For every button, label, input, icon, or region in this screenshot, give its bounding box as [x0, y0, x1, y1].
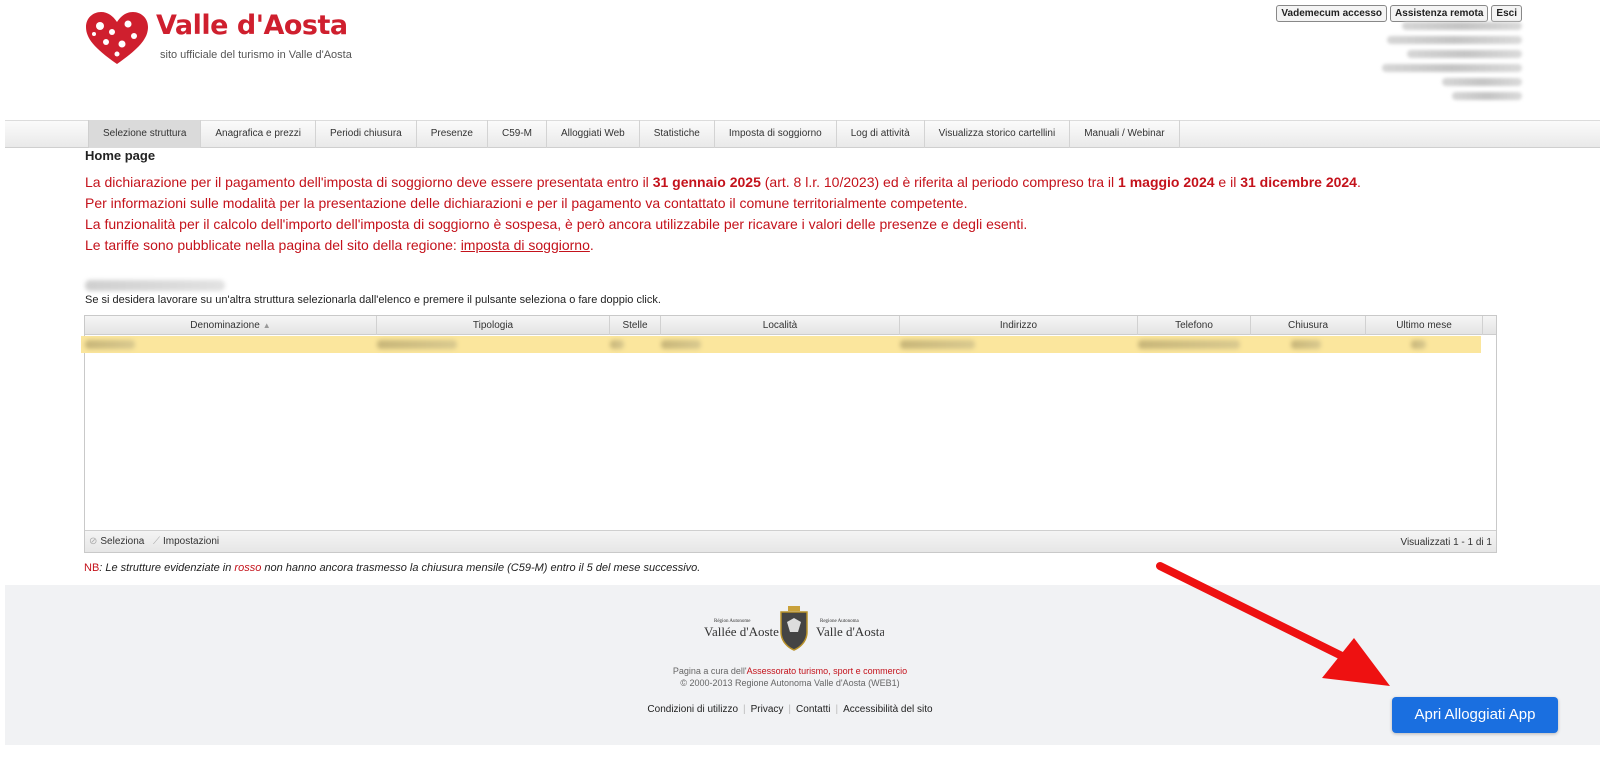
- col-stelle[interactable]: Stelle: [610, 316, 661, 335]
- tab-presenze[interactable]: Presenze: [417, 120, 488, 148]
- assessorato-link[interactable]: Assessorato turismo, sport e commercio: [747, 666, 908, 676]
- select-icon: ⊘: [89, 536, 98, 547]
- region-crest-icon: [780, 606, 808, 651]
- tab-anagrafica-prezzi[interactable]: Anagrafica e prezzi: [201, 120, 316, 148]
- structures-grid: Denominazione ▲ Tipologia Stelle Località…: [81, 315, 1497, 553]
- sort-icon: ▲: [262, 321, 271, 330]
- tab-manuali-webinar[interactable]: Manuali / Webinar: [1070, 120, 1180, 148]
- vademecum-button[interactable]: Vademecum accesso: [1276, 5, 1388, 22]
- select-button[interactable]: ⊘ Seleziona: [89, 536, 144, 547]
- notice-line-1: La dichiarazione per il pagamento dell'i…: [85, 174, 1361, 190]
- open-alloggiati-app-button[interactable]: Apri Alloggiati App: [1392, 697, 1558, 733]
- col-chiusura[interactable]: Chiusura: [1251, 316, 1366, 335]
- svg-text:Valle d'Aosta: Valle d'Aosta: [816, 624, 884, 639]
- tab-periodi-chiusura[interactable]: Periodi chiusura: [316, 120, 417, 148]
- svg-text:Vallée d'Aoste: Vallée d'Aoste: [704, 624, 779, 639]
- table-row[interactable]: [81, 336, 1481, 353]
- tab-storico-cartellini[interactable]: Visualizza storico cartellini: [925, 120, 1071, 148]
- settings-button[interactable]: ⟋ Impostazioni: [153, 536, 219, 547]
- footer-links: Condizioni di utilizzo | Privacy | Contatti |…: [647, 704, 933, 715]
- terms-link[interactable]: Condizioni di utilizzo: [647, 704, 738, 715]
- contacts-link[interactable]: Contatti: [796, 704, 830, 715]
- col-denominazione[interactable]: Denominazione ▲: [85, 316, 377, 335]
- col-tipologia[interactable]: Tipologia: [377, 316, 610, 335]
- notice-line-2: Per informazioni sulle modalità per la p…: [85, 195, 968, 211]
- brand-subtitle: sito ufficiale del turismo in Valle d'Ao…: [160, 49, 352, 61]
- main-menu: Selezione struttura Anagrafica e prezzi …: [88, 120, 1180, 148]
- col-ultimo-mese[interactable]: Ultimo mese: [1366, 316, 1483, 335]
- tab-c59m[interactable]: C59-M: [488, 120, 547, 148]
- accessibility-link[interactable]: Accessibilità del sito: [843, 704, 932, 715]
- heart-logo-icon: [86, 12, 148, 64]
- top-buttons: Vademecum accesso Assistenza remota Esci: [1276, 5, 1522, 22]
- tab-statistiche[interactable]: Statistiche: [640, 120, 715, 148]
- tab-log-attivita[interactable]: Log di attività: [837, 120, 925, 148]
- col-localita[interactable]: Località: [661, 316, 900, 335]
- col-telefono[interactable]: Telefono: [1138, 316, 1251, 335]
- tab-selezione-struttura[interactable]: Selezione struttura: [88, 120, 202, 148]
- tax-notice: La dichiarazione per il pagamento dell'i…: [85, 172, 1361, 256]
- nb-note: NB: Le strutture evidenziate in rosso no…: [84, 562, 701, 574]
- grid-header: Denominazione ▲ Tipologia Stelle Località…: [85, 316, 1496, 335]
- grid-footer: ⊘ Seleziona ⟋ Impostazioni Visualizzati …: [85, 530, 1496, 552]
- tab-imposta-soggiorno[interactable]: Imposta di soggiorno: [715, 120, 837, 148]
- current-structure-redacted: [85, 280, 225, 291]
- notice-line-4: Le tariffe sono pubblicate nella pagina …: [85, 237, 594, 253]
- imposta-soggiorno-link[interactable]: imposta di soggiorno: [461, 237, 590, 253]
- privacy-link[interactable]: Privacy: [751, 704, 784, 715]
- wrench-icon: ⟋: [153, 536, 160, 547]
- user-info-redacted: [1372, 22, 1522, 106]
- notice-line-3: La funzionalità per il calcolo dell'impo…: [85, 216, 1028, 232]
- instruction-text: Se si desidera lavorare su un'altra stru…: [85, 294, 661, 306]
- brand-title: Valle d'Aosta: [156, 10, 348, 41]
- remote-assistance-button[interactable]: Assistenza remota: [1390, 5, 1489, 22]
- page-title: Home page: [85, 148, 156, 163]
- region-logo: Région Autonome Vallée d'Aoste Regione A…: [704, 606, 884, 651]
- col-indirizzo[interactable]: Indirizzo: [900, 316, 1138, 335]
- logout-button[interactable]: Esci: [1491, 5, 1522, 22]
- red-arrow-icon: [1156, 562, 1390, 686]
- tab-alloggiati-web[interactable]: Alloggiati Web: [547, 120, 640, 148]
- records-count: Visualizzati 1 - 1 di 1: [1400, 537, 1492, 548]
